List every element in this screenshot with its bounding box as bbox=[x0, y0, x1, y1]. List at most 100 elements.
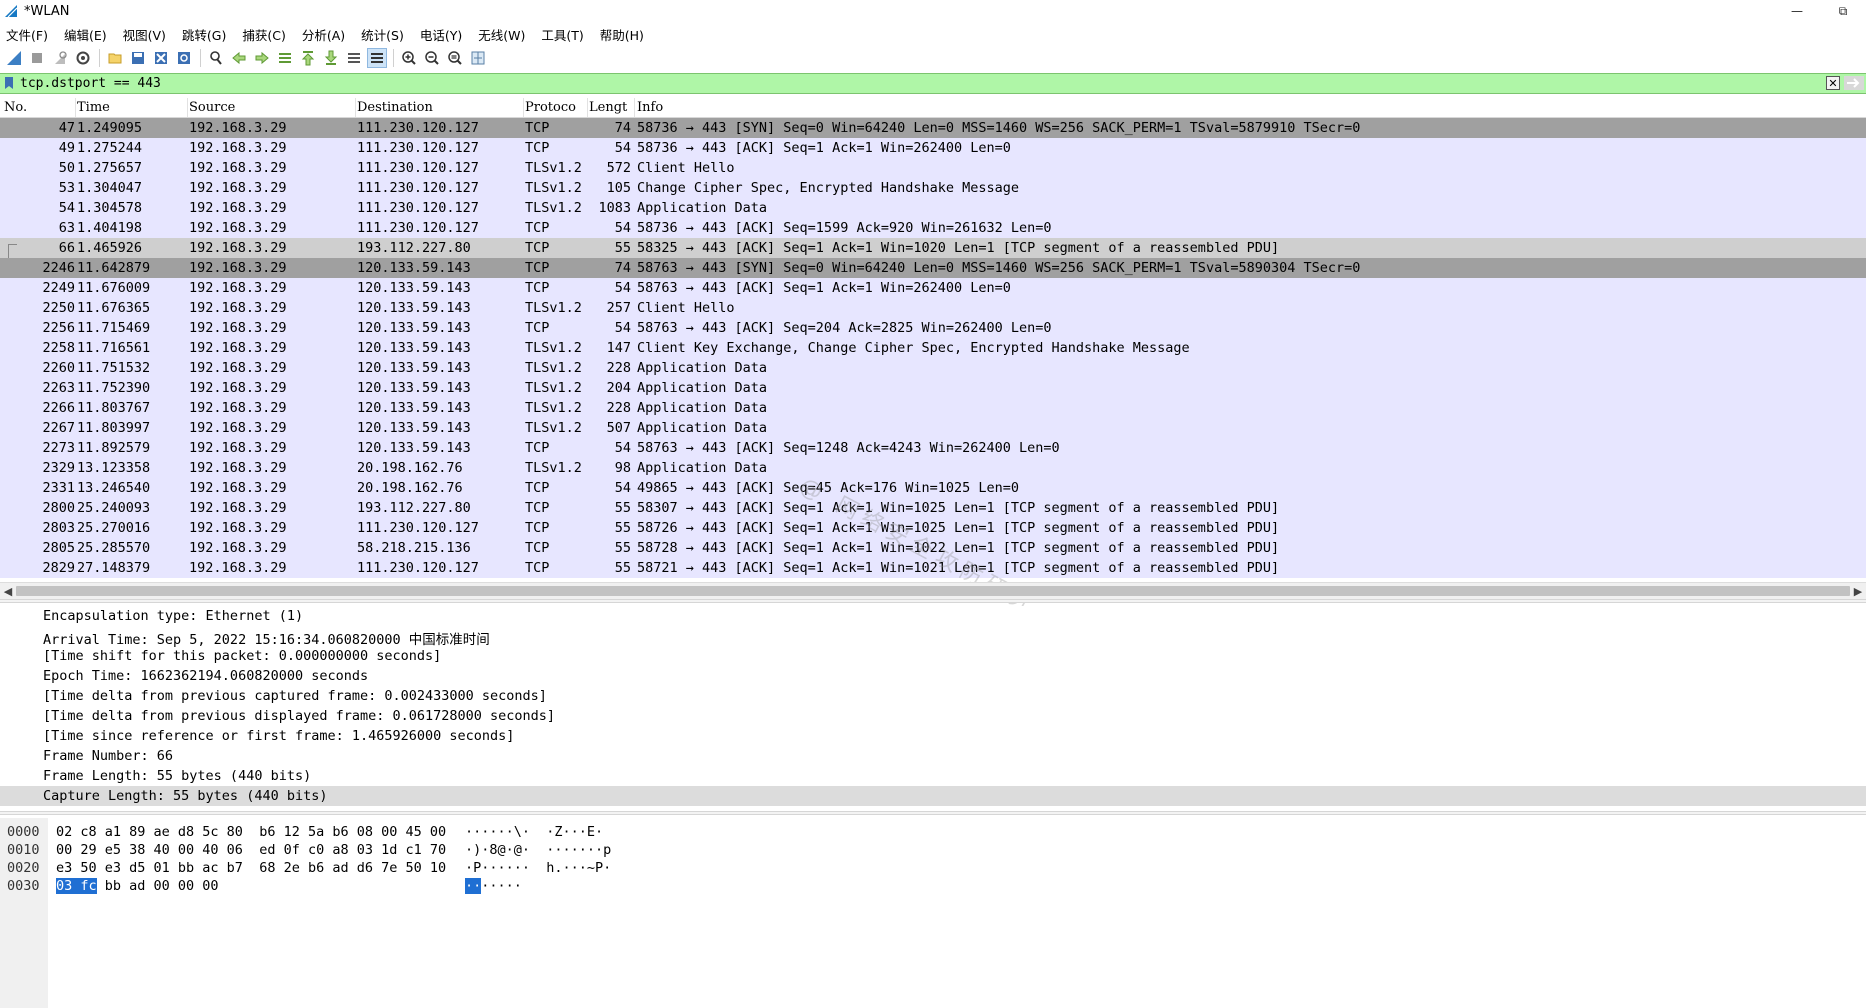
menu-statistics[interactable]: 统计(S) bbox=[361, 25, 412, 44]
column-divider[interactable] bbox=[587, 98, 588, 117]
column-source[interactable]: Source bbox=[189, 100, 235, 115]
capture-options-button[interactable] bbox=[73, 48, 93, 68]
packet-row[interactable]: 2246 11.642879 192.168.3.29 120.133.59.143 T… bbox=[0, 258, 1866, 278]
menu-help[interactable]: 帮助(H) bbox=[600, 25, 652, 44]
menu-analyze[interactable]: 分析(A) bbox=[302, 25, 353, 44]
apply-filter-button[interactable] bbox=[1844, 76, 1864, 90]
packet-info: Application Data bbox=[637, 380, 768, 396]
menu-go[interactable]: 跳转(G) bbox=[182, 25, 234, 44]
detail-row[interactable]: [Time shift for this packet: 0.000000000… bbox=[0, 646, 1866, 666]
detail-row[interactable]: [Time delta from previous captured frame… bbox=[0, 686, 1866, 706]
zoom-out-button[interactable] bbox=[422, 48, 442, 68]
resize-columns-button[interactable] bbox=[468, 48, 488, 68]
stop-capture-button[interactable] bbox=[27, 48, 47, 68]
column-divider[interactable] bbox=[355, 98, 356, 117]
packet-list-hscrollbar[interactable]: ◀ ▶ bbox=[0, 582, 1866, 599]
go-back-button[interactable] bbox=[229, 48, 249, 68]
reload-file-button[interactable] bbox=[174, 48, 194, 68]
normal-size-button[interactable] bbox=[445, 48, 465, 68]
packet-bytes-pane[interactable]: 0000 02 c8 a1 89 ae d8 5c 80 b6 12 5a b6 … bbox=[0, 818, 1866, 1008]
scrollbar-thumb[interactable] bbox=[16, 586, 1850, 596]
close-file-button[interactable] bbox=[151, 48, 171, 68]
column-divider[interactable] bbox=[523, 98, 524, 117]
detail-row[interactable]: Frame Number: 66 bbox=[0, 746, 1866, 766]
column-time[interactable]: Time bbox=[77, 100, 110, 115]
detail-row[interactable]: Capture Length: 55 bytes (440 bits) bbox=[0, 786, 1866, 806]
menu-edit[interactable]: 编辑(E) bbox=[64, 25, 115, 44]
scroll-right-icon[interactable]: ▶ bbox=[1851, 584, 1865, 598]
packet-list[interactable]: 47 1.249095 192.168.3.29 111.230.120.127 TCP… bbox=[0, 118, 1866, 580]
column-protocol[interactable]: Protoco bbox=[525, 100, 576, 115]
detail-row[interactable]: [Time delta from previous displayed fram… bbox=[0, 706, 1866, 726]
packet-row[interactable]: 63 1.404198 192.168.3.29 111.230.120.127 TCP… bbox=[0, 218, 1866, 238]
go-to-packet-button[interactable] bbox=[275, 48, 295, 68]
column-divider[interactable] bbox=[187, 98, 188, 117]
packet-protocol: TCP bbox=[525, 140, 550, 156]
save-file-button[interactable] bbox=[128, 48, 148, 68]
column-destination[interactable]: Destination bbox=[357, 100, 433, 115]
detail-row[interactable]: Encapsulation type: Ethernet (1) bbox=[0, 606, 1866, 626]
menu-capture[interactable]: 捕获(C) bbox=[242, 25, 293, 44]
pane-splitter[interactable] bbox=[0, 599, 1866, 603]
display-filter-input[interactable] bbox=[20, 74, 1820, 93]
packet-row[interactable]: 2267 11.803997 192.168.3.29 120.133.59.143 T… bbox=[0, 418, 1866, 438]
bookmark-icon[interactable] bbox=[3, 76, 15, 90]
column-divider[interactable] bbox=[75, 98, 76, 117]
column-no[interactable]: No. bbox=[4, 100, 27, 115]
menu-telephony[interactable]: 电话(Y) bbox=[420, 25, 470, 44]
detail-row[interactable]: Frame Length: 55 bytes (440 bits) bbox=[0, 766, 1866, 786]
restart-capture-button[interactable] bbox=[50, 48, 70, 68]
column-length[interactable]: Lengt bbox=[589, 100, 627, 115]
ascii-bytes[interactable]: ······· bbox=[465, 878, 522, 894]
hex-bytes[interactable]: 03 fc bb ad 00 00 00 bbox=[56, 878, 219, 894]
packet-row[interactable]: 49 1.275244 192.168.3.29 111.230.120.127 TCP… bbox=[0, 138, 1866, 158]
last-packet-button[interactable] bbox=[321, 48, 341, 68]
restore-button[interactable]: ⧉ bbox=[1820, 0, 1866, 22]
open-file-button[interactable] bbox=[105, 48, 125, 68]
clear-filter-button[interactable]: ✕ bbox=[1826, 76, 1840, 90]
packet-row[interactable]: 47 1.249095 192.168.3.29 111.230.120.127 TCP… bbox=[0, 118, 1866, 138]
menu-tools[interactable]: 工具(T) bbox=[541, 25, 591, 44]
packet-row[interactable]: 50 1.275657 192.168.3.29 111.230.120.127 TLS… bbox=[0, 158, 1866, 178]
menu-wireless[interactable]: 无线(W) bbox=[478, 25, 533, 44]
colorize-button[interactable] bbox=[367, 48, 387, 68]
find-packet-button[interactable] bbox=[206, 48, 226, 68]
hex-bytes[interactable]: 02 c8 a1 89 ae d8 5c 80 b6 12 5a b6 08 0… bbox=[56, 824, 446, 840]
packet-row[interactable]: 2256 11.715469 192.168.3.29 120.133.59.143 T… bbox=[0, 318, 1866, 338]
start-capture-button[interactable] bbox=[4, 48, 24, 68]
ascii-bytes[interactable]: ······\· ·Z···E· bbox=[465, 824, 603, 840]
packet-row[interactable]: 53 1.304047 192.168.3.29 111.230.120.127 TLS… bbox=[0, 178, 1866, 198]
column-divider[interactable] bbox=[634, 98, 635, 117]
packet-row[interactable]: 2273 11.892579 192.168.3.29 120.133.59.143 T… bbox=[0, 438, 1866, 458]
scroll-left-icon[interactable]: ◀ bbox=[1, 584, 15, 598]
zoom-in-button[interactable] bbox=[399, 48, 419, 68]
first-packet-button[interactable] bbox=[298, 48, 318, 68]
hex-bytes[interactable]: 00 29 e5 38 40 00 40 06 ed 0f c0 a8 03 1… bbox=[56, 842, 446, 858]
packet-row[interactable]: 2329 13.123358 192.168.3.29 20.198.162.76 TL… bbox=[0, 458, 1866, 478]
hex-bytes[interactable]: e3 50 e3 d5 01 bb ac b7 68 2e b6 ad d6 7… bbox=[56, 860, 446, 876]
packet-row[interactable]: 2258 11.716561 192.168.3.29 120.133.59.143 T… bbox=[0, 338, 1866, 358]
packet-row[interactable]: 2266 11.803767 192.168.3.29 120.133.59.143 T… bbox=[0, 398, 1866, 418]
ascii-bytes[interactable]: ·)·8@·@· ·······p bbox=[465, 842, 611, 858]
packet-row[interactable]: 2249 11.676009 192.168.3.29 120.133.59.143 T… bbox=[0, 278, 1866, 298]
autoscroll-button[interactable] bbox=[344, 48, 364, 68]
go-forward-button[interactable] bbox=[252, 48, 272, 68]
packet-row[interactable]: 2260 11.751532 192.168.3.29 120.133.59.143 T… bbox=[0, 358, 1866, 378]
packet-row[interactable]: 2263 11.752390 192.168.3.29 120.133.59.143 T… bbox=[0, 378, 1866, 398]
column-info[interactable]: Info bbox=[637, 100, 663, 115]
menu-file[interactable]: 文件(F) bbox=[6, 25, 56, 44]
minimize-button[interactable]: — bbox=[1774, 0, 1820, 22]
detail-row[interactable]: Arrival Time: Sep 5, 2022 15:16:34.06082… bbox=[0, 626, 1866, 648]
packet-details-pane[interactable]: Encapsulation type: Ethernet (1) Arrival … bbox=[0, 606, 1866, 810]
detail-row[interactable]: Epoch Time: 1662362194.060820000 seconds bbox=[0, 666, 1866, 686]
packet-row[interactable]: 2331 13.246540 192.168.3.29 20.198.162.76 TC… bbox=[0, 478, 1866, 498]
detail-row[interactable]: [Frame is marked: False] bbox=[0, 806, 1866, 810]
packet-row[interactable]: 2800 25.240093 192.168.3.29 193.112.227.80 T… bbox=[0, 498, 1866, 518]
detail-row[interactable]: [Time since reference or first frame: 1.… bbox=[0, 726, 1866, 746]
menu-view[interactable]: 视图(V) bbox=[123, 25, 174, 44]
pane-splitter[interactable] bbox=[0, 811, 1866, 815]
packet-row[interactable]: 2250 11.676365 192.168.3.29 120.133.59.143 T… bbox=[0, 298, 1866, 318]
ascii-bytes[interactable]: ·P······ h.···~P· bbox=[465, 860, 611, 876]
packet-row[interactable]: 66 1.465926 192.168.3.29 193.112.227.80 TCP 5… bbox=[0, 238, 1866, 259]
packet-row[interactable]: 54 1.304578 192.168.3.29 111.230.120.127 TLS… bbox=[0, 198, 1866, 218]
